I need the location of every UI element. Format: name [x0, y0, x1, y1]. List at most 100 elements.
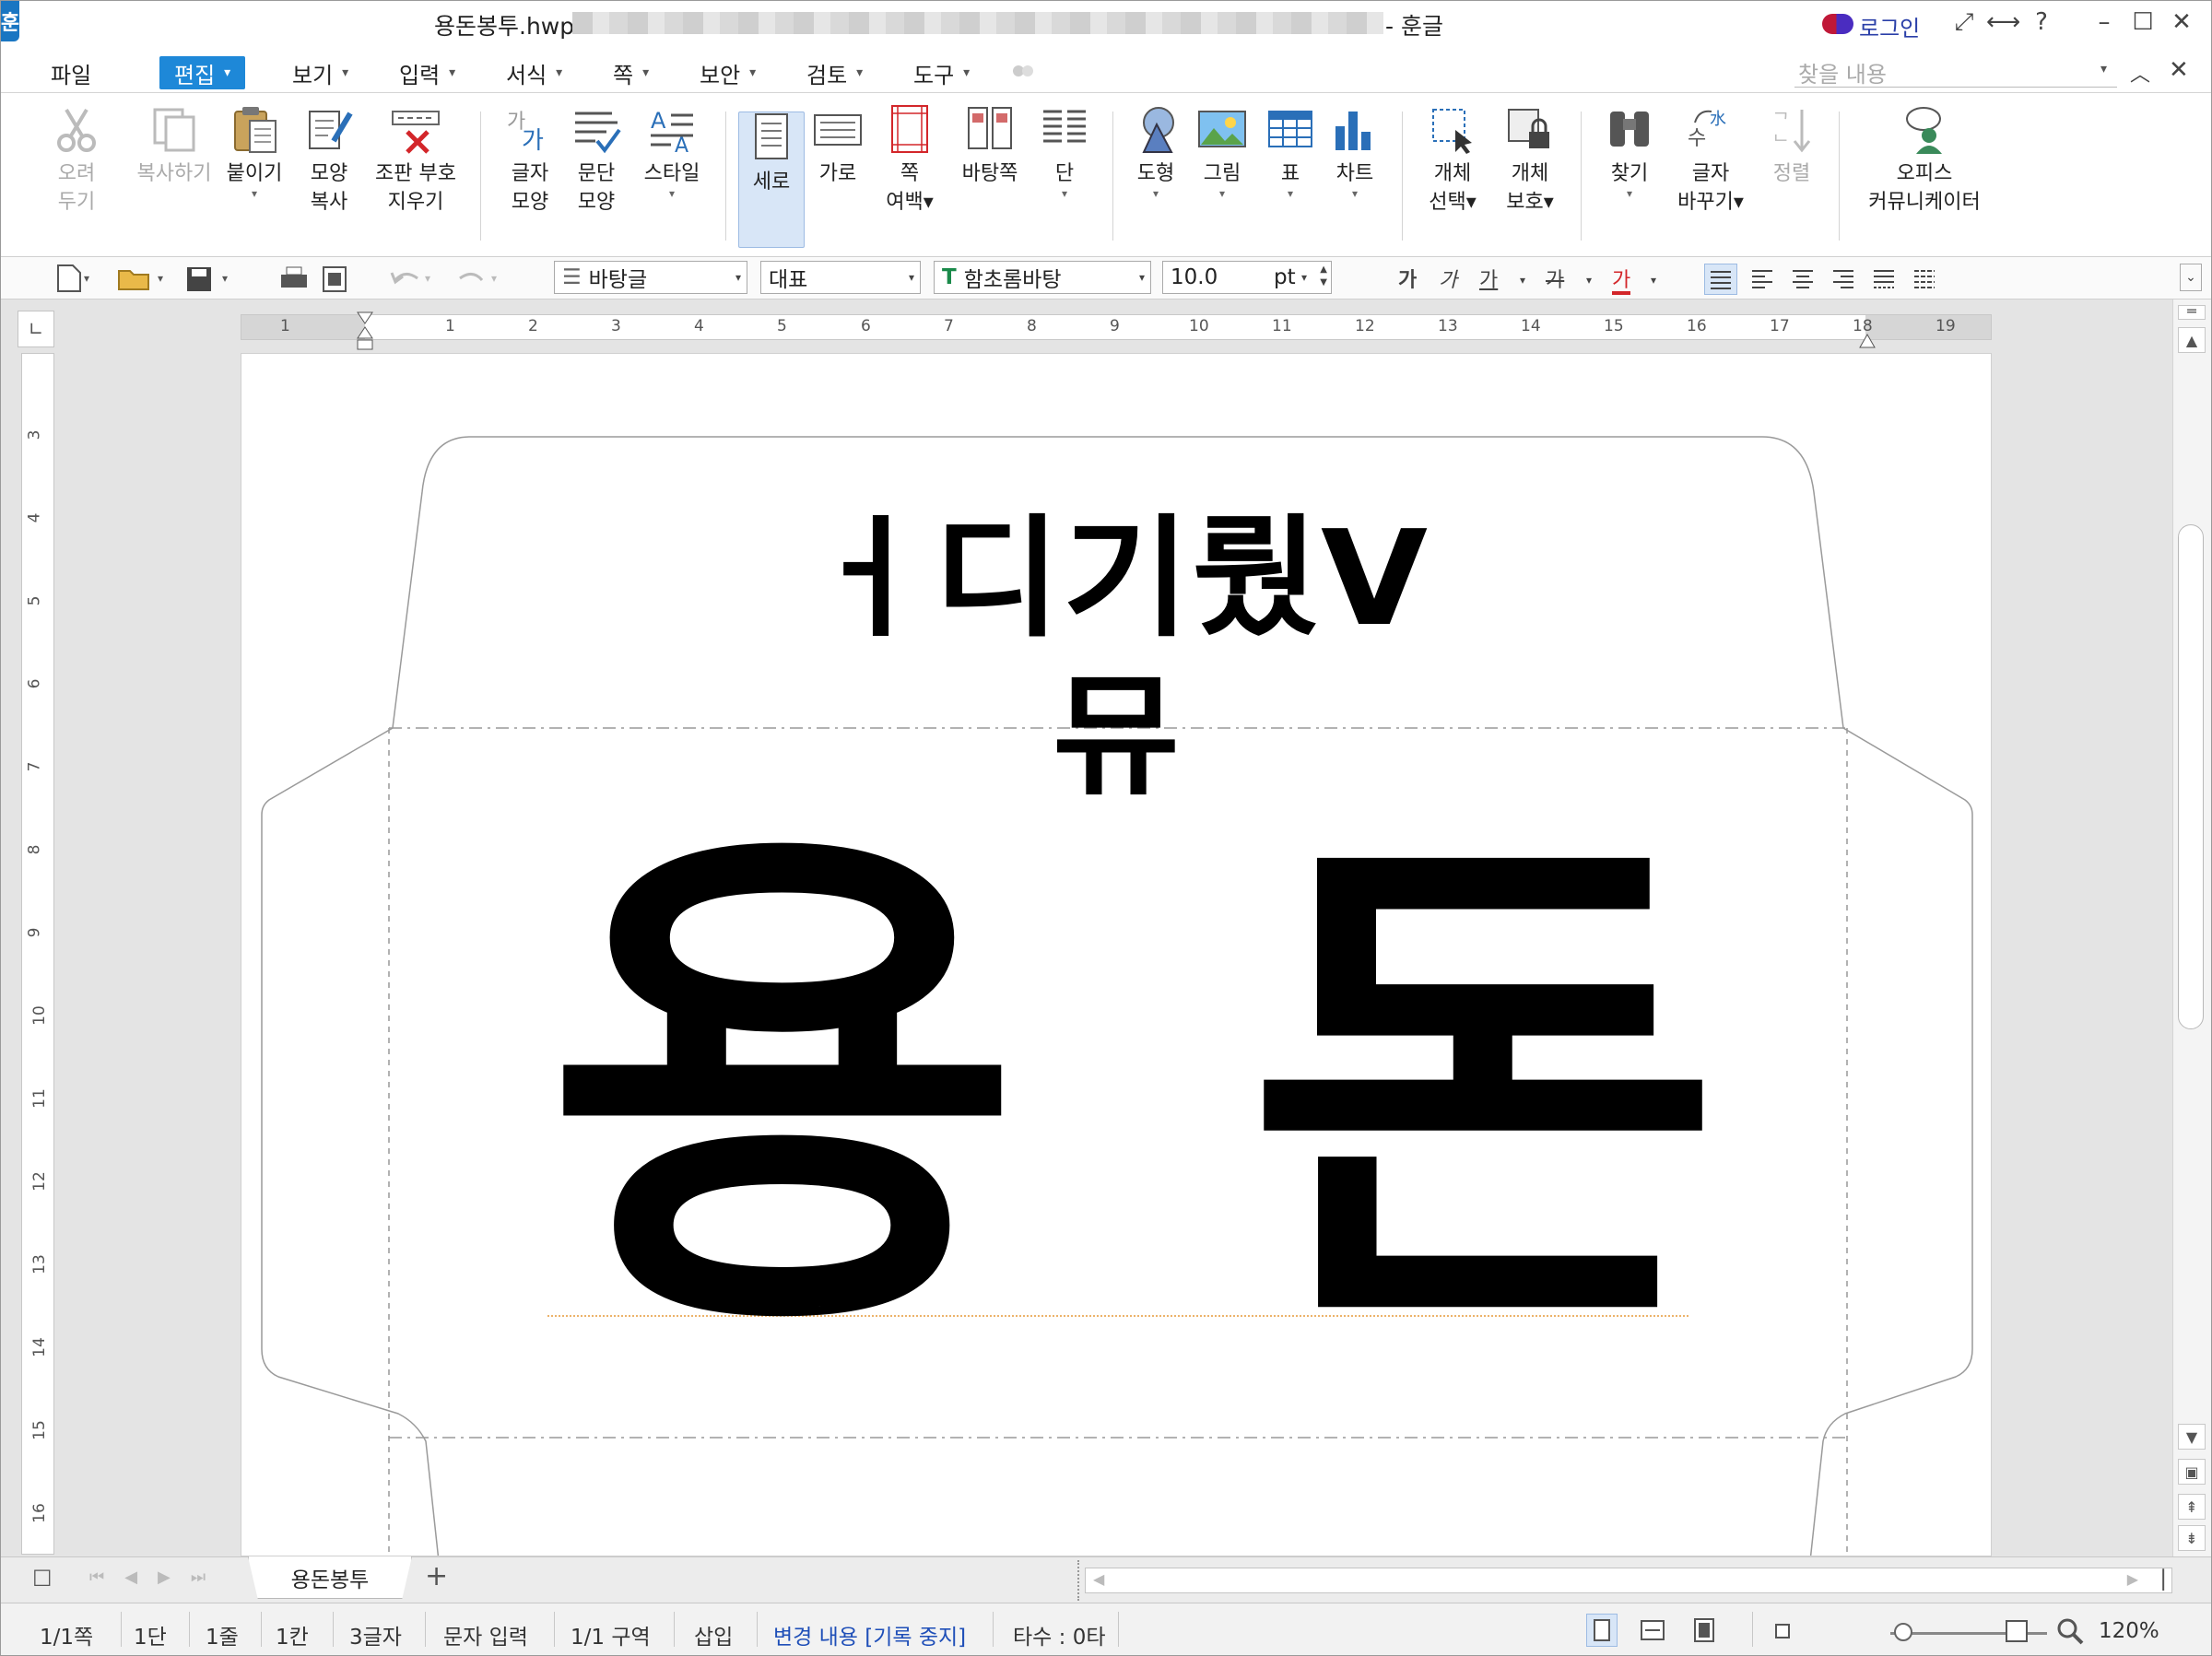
paste-button[interactable]: 붙이기 ▾: [220, 104, 288, 199]
menu-insert[interactable]: 입력 ▾: [399, 56, 455, 89]
master-page-button[interactable]: 바탕쪽: [950, 104, 1030, 188]
add-tab-button[interactable]: +: [425, 1560, 448, 1592]
login-button[interactable]: 로그인: [1859, 10, 1920, 42]
table-button[interactable]: 표 ▾: [1260, 104, 1321, 199]
landscape-button[interactable]: 가로: [808, 104, 867, 188]
next-page-icon[interactable]: ⇟: [2178, 1525, 2206, 1551]
font-select[interactable]: T 함초롬바탕 ▾: [934, 261, 1151, 294]
fit-width-icon[interactable]: ⟷: [1986, 8, 2020, 36]
page-view-button[interactable]: [1586, 1614, 1618, 1647]
preview-icon[interactable]: [318, 264, 351, 293]
status-insert-mode[interactable]: 삽입: [694, 1619, 733, 1650]
full-page-button[interactable]: [1689, 1615, 1719, 1649]
replace-button[interactable]: 수水 글자 바꾸기▾: [1671, 104, 1750, 217]
menu-file[interactable]: 파일: [51, 56, 91, 89]
strikethrough-button[interactable]: 가: [1546, 264, 1564, 293]
menu-review[interactable]: 검토 ▾: [806, 56, 863, 89]
clear-marks-button[interactable]: 조판 부호 지우기: [368, 104, 464, 217]
fullscreen-icon[interactable]: ⤢: [1947, 8, 1981, 37]
main-text-yong[interactable]: 용: [546, 833, 1020, 1349]
right-indent-marker-icon[interactable]: [1859, 314, 1876, 351]
collapse-ribbon-icon[interactable]: ︿: [2130, 58, 2150, 88]
page-view-icon[interactable]: ▣: [2178, 1459, 2206, 1485]
object-select-button[interactable]: 개체 선택▾: [1418, 104, 1487, 217]
undo-icon[interactable]: ▾: [386, 264, 438, 293]
align-justify-button[interactable]: [1704, 264, 1737, 295]
menu-format[interactable]: 서식 ▾: [506, 56, 562, 89]
portrait-button[interactable]: 세로: [738, 112, 805, 248]
app-logo-icon[interactable]: 훈: [1, 1, 19, 41]
scroll-right-button[interactable]: ▶: [2127, 1570, 2138, 1588]
align-center-button[interactable]: [1787, 264, 1818, 293]
scroll-down-button[interactable]: ▼: [2178, 1424, 2206, 1450]
help-icon[interactable]: ?: [2025, 8, 2058, 36]
scroll-left-button[interactable]: ◀: [1093, 1570, 1104, 1588]
font-color-button[interactable]: 가: [1612, 264, 1631, 295]
search-input[interactable]: 찾을 내용: [1794, 56, 2117, 88]
office-communicator-button[interactable]: 오피스 커뮤니케이터: [1855, 104, 1994, 217]
horizontal-scrollbar[interactable]: ◀ ▶ ▕: [1085, 1568, 2172, 1593]
picture-button[interactable]: 그림 ▾: [1192, 104, 1253, 199]
close-doc-icon[interactable]: ✕: [2169, 56, 2189, 84]
shape-copy-button[interactable]: 모양 복사: [296, 104, 362, 217]
divide-button[interactable]: [1909, 264, 1940, 293]
redo-icon[interactable]: ▾: [453, 264, 504, 293]
menu-edit[interactable]: 편집 ▾: [159, 56, 246, 89]
bold-button[interactable]: 가: [1398, 264, 1417, 293]
align-right-button[interactable]: [1828, 264, 1859, 293]
zoom-in-icon[interactable]: [2001, 1615, 2032, 1650]
open-folder-icon[interactable]: ▾: [117, 264, 169, 293]
status-page[interactable]: 1/1쪽: [40, 1619, 93, 1650]
scroll-up-button[interactable]: ▲: [2178, 327, 2206, 353]
menu-tools[interactable]: 도구 ▾: [913, 56, 970, 89]
italic-button[interactable]: 가: [1439, 264, 1457, 293]
menu-security[interactable]: 보안 ▾: [700, 56, 756, 89]
split-view-icon[interactable]: ▕: [2150, 1568, 2164, 1591]
print-icon[interactable]: [277, 264, 311, 293]
tab-list-icon[interactable]: ☐: [32, 1566, 53, 1591]
chart-button[interactable]: 차트 ▾: [1324, 104, 1385, 199]
menu-view[interactable]: 보기 ▾: [292, 56, 348, 89]
flap-text[interactable]: ㅓ디기뤘V뮤: [758, 500, 1477, 816]
maximize-button[interactable]: ☐: [2126, 8, 2159, 36]
save-icon[interactable]: ▾: [183, 264, 235, 293]
menu-page[interactable]: 쪽 ▾: [613, 56, 649, 89]
underline-button[interactable]: 가: [1479, 264, 1498, 293]
tab-type-icon[interactable]: ∟: [18, 311, 54, 347]
copy-button[interactable]: 복사하기: [128, 104, 220, 188]
vertical-ruler[interactable]: 3 4 5 6 7 8 9 10 11 12 13 14 15 16: [21, 353, 54, 1555]
shape-button[interactable]: 도형 ▾: [1125, 104, 1186, 199]
indent-marker-icon[interactable]: [357, 311, 373, 353]
zoom-slider-knob[interactable]: [1894, 1623, 1912, 1641]
horizontal-ruler[interactable]: 1 1 2 3 4 5 6 7 8 9 10 11 12 13 14 15 16…: [241, 314, 1992, 340]
split-grip-icon[interactable]: [1077, 1560, 1083, 1601]
find-button[interactable]: 찾기 ▾: [1599, 104, 1660, 199]
zoom-search-icon[interactable]: [2054, 1615, 2086, 1650]
split-handle-icon[interactable]: ═: [2178, 304, 2206, 320]
language-select[interactable]: 대표 ▾: [760, 261, 921, 294]
size-spin-icon[interactable]: ▲ ▼: [1320, 264, 1327, 289]
status-track-changes[interactable]: 변경 내용 [기록 중지]: [773, 1619, 966, 1650]
cut-button[interactable]: 오려 두기: [45, 104, 108, 217]
zoom-out-icon[interactable]: [1769, 1617, 1796, 1649]
prev-page-icon[interactable]: ⇞: [2178, 1494, 2206, 1520]
app-extension-icon[interactable]: [1009, 60, 1037, 84]
minimize-button[interactable]: –: [2088, 8, 2121, 36]
vertical-scroll-thumb[interactable]: [2178, 524, 2204, 1029]
paragraph-style-select[interactable]: ☰ 바탕글 ▾: [554, 261, 747, 294]
font-size-select[interactable]: 10.0 pt ▾ ▲ ▼: [1162, 261, 1332, 294]
document-tab[interactable]: 용돈봉투: [248, 1556, 412, 1599]
document-page[interactable]: ㅓ디기뤘V뮤 용 돈: [241, 353, 1992, 1556]
columns-button[interactable]: 단 ▾: [1037, 104, 1092, 199]
page-margin-button[interactable]: 쪽 여백▾: [877, 104, 943, 217]
login-icon[interactable]: [1822, 14, 1853, 34]
para-shape-button[interactable]: 문단 모양: [565, 104, 628, 217]
close-button[interactable]: ✕: [2165, 8, 2198, 36]
tab-nav-icons[interactable]: ⏮◀▶⏭: [89, 1568, 226, 1587]
toolbar-expand-icon[interactable]: ⌄: [2180, 264, 2202, 291]
search-dropdown-icon[interactable]: ▾: [2100, 62, 2107, 76]
char-shape-button[interactable]: 가가 글자 모양: [499, 104, 561, 217]
fit-width-button[interactable]: [1638, 1615, 1667, 1649]
object-protect-button[interactable]: 개체 보호▾: [1496, 104, 1564, 217]
zoom-level[interactable]: 120%: [2099, 1619, 2159, 1643]
